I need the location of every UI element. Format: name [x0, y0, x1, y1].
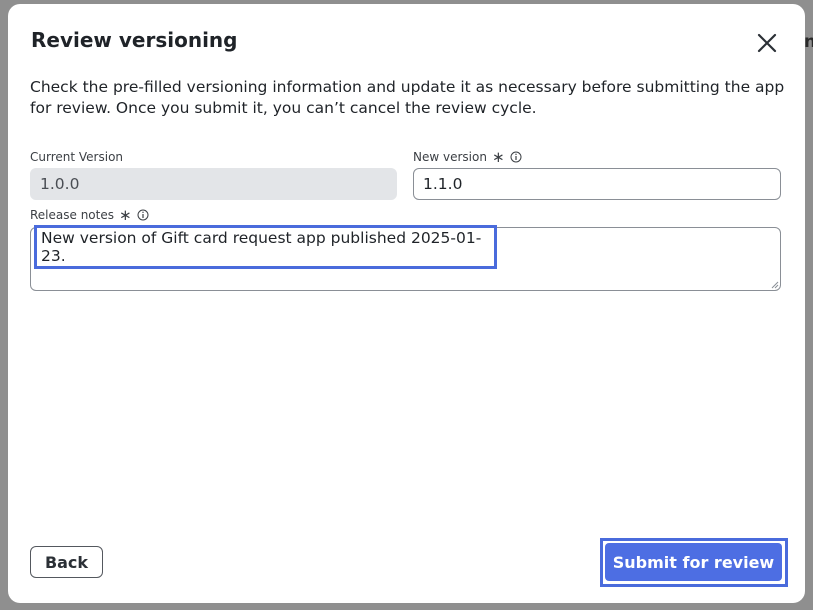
current-version-label: Current Version	[30, 150, 123, 164]
back-button[interactable]: Back	[30, 546, 103, 578]
close-button[interactable]	[754, 30, 780, 56]
current-version-field: 1.0.0	[30, 168, 397, 200]
review-versioning-dialog: Review versioning Check the pre-filled v…	[8, 4, 805, 603]
release-notes-label-text: Release notes	[30, 208, 114, 222]
info-icon[interactable]	[137, 209, 149, 221]
release-notes-label: Release notes ∗	[30, 206, 149, 224]
resize-grip-icon[interactable]	[771, 281, 779, 289]
dialog-title: Review versioning	[31, 28, 238, 52]
new-version-label: New version ∗	[413, 148, 522, 166]
current-version-label-text: Current Version	[30, 150, 124, 164]
release-notes-value[interactable]: New version of Gift card request app pub…	[34, 225, 497, 269]
info-icon[interactable]	[510, 151, 522, 163]
background-text: n	[804, 32, 813, 52]
submit-for-review-button[interactable]: Submit for review	[605, 543, 782, 581]
required-asterisk: ∗	[119, 206, 132, 224]
dialog-description: Check the pre-filled versioning informat…	[30, 78, 785, 117]
close-icon	[757, 33, 777, 53]
required-asterisk: ∗	[491, 148, 505, 166]
new-version-input[interactable]: 1.1.0	[413, 168, 781, 200]
new-version-label-text: New version	[413, 150, 487, 164]
